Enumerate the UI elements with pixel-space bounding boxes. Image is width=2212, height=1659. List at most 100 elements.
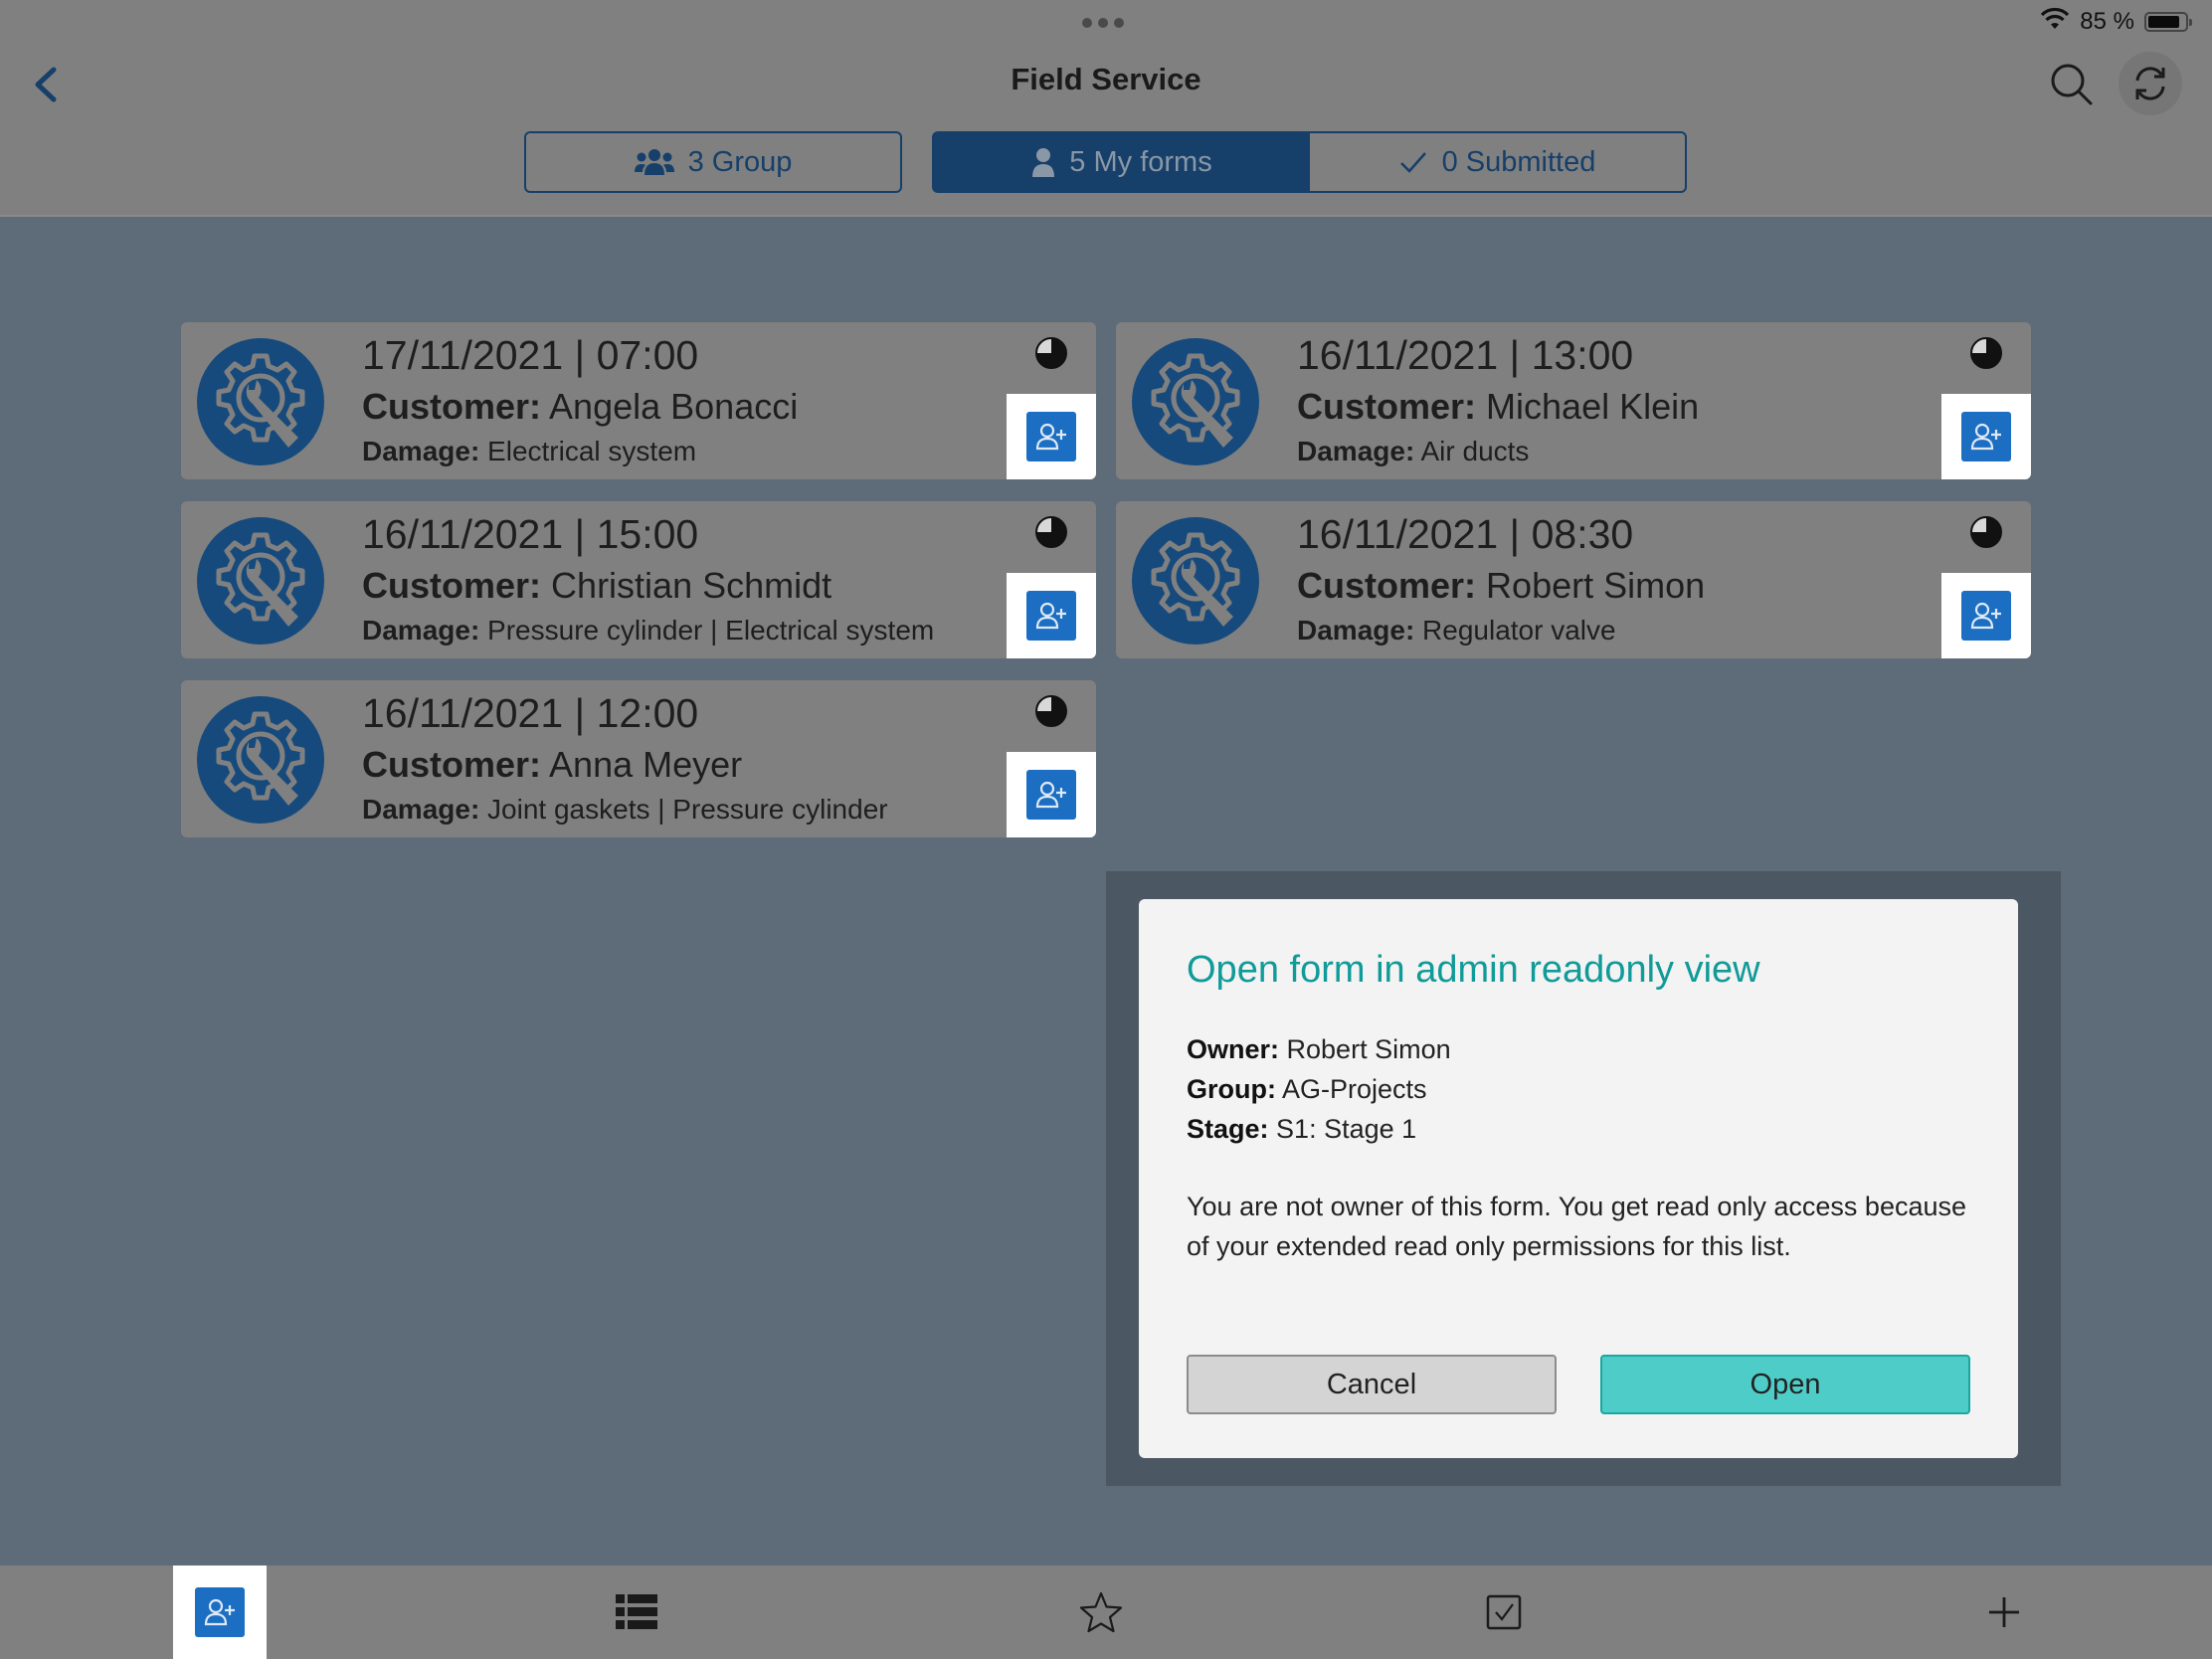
form-datetime: 17/11/2021 | 07:00 — [362, 332, 699, 378]
tab-group[interactable]: 3 Group — [524, 131, 902, 193]
list-icon — [616, 1594, 657, 1629]
header: 85 % Field Service 3 Group 5 My forms 0 … — [0, 0, 2212, 217]
bottom-tab-list[interactable] — [590, 1566, 683, 1659]
service-gear-icon — [197, 696, 324, 824]
progress-pie-icon — [1970, 516, 2002, 548]
assign-area — [1941, 573, 2031, 658]
checkbox-icon — [1486, 1594, 1522, 1630]
bottom-tab-completed[interactable] — [1457, 1566, 1551, 1659]
form-damage: Damage: Regulator valve — [1297, 615, 1616, 646]
progress-pie-icon — [1035, 337, 1067, 369]
damage-value: Electrical system — [487, 436, 697, 466]
form-card[interactable]: 16/11/2021 | 12:00 Customer: Anna Meyer … — [181, 680, 1096, 837]
bottom-tab-assign[interactable] — [173, 1566, 267, 1659]
dialog-owner: Owner: Robert Simon — [1187, 1029, 1970, 1069]
battery-percent: 85 % — [2080, 8, 2134, 35]
progress-pie-icon — [1970, 337, 2002, 369]
assign-user-button — [195, 1587, 245, 1637]
owner-value: Robert Simon — [1286, 1034, 1451, 1064]
user-icon — [1031, 147, 1055, 177]
customer-name: Michael Klein — [1486, 386, 1700, 427]
assign-user-button[interactable] — [1961, 591, 2011, 641]
dialog-message: You are not owner of this form. You get … — [1187, 1192, 1967, 1261]
plus-icon — [1989, 1597, 2019, 1627]
assign-area — [1007, 394, 1096, 479]
service-gear-icon — [1132, 517, 1259, 645]
dialog-group: Group: AG-Projects — [1187, 1069, 1970, 1109]
assign-user-icon — [1970, 602, 2001, 630]
form-datetime: 16/11/2021 | 12:00 — [362, 690, 699, 736]
assign-area — [1941, 394, 2031, 479]
search-button[interactable] — [2047, 60, 2097, 109]
check-icon — [1398, 149, 1428, 175]
damage-label: Damage: — [1297, 615, 1415, 645]
assign-user-button[interactable] — [1026, 770, 1076, 820]
damage-value: Joint gaskets | Pressure cylinder — [487, 794, 888, 825]
open-button[interactable]: Open — [1600, 1355, 1970, 1414]
form-card[interactable]: 17/11/2021 | 07:00 Customer: Angela Bona… — [181, 322, 1096, 479]
search-icon — [2051, 64, 2093, 105]
progress-pie-icon — [1035, 516, 1067, 548]
damage-value: Pressure cylinder | Electrical system — [487, 615, 935, 645]
form-damage: Damage: Pressure cylinder | Electrical s… — [362, 615, 934, 646]
assign-area — [1007, 573, 1096, 658]
stage-value: S1: Stage 1 — [1276, 1114, 1417, 1144]
customer-name: Christian Schmidt — [551, 565, 832, 606]
owner-label: Owner: — [1187, 1034, 1280, 1064]
bottom-tab-favorites[interactable] — [1054, 1566, 1148, 1659]
cancel-button[interactable]: Cancel — [1187, 1355, 1557, 1414]
form-damage: Damage: Electrical system — [362, 436, 696, 467]
status-bar: 85 % — [2040, 6, 2192, 38]
assign-area — [1007, 752, 1096, 837]
form-datetime: 16/11/2021 | 13:00 — [1297, 332, 1634, 378]
group-icon — [634, 148, 674, 176]
assign-user-icon — [1035, 602, 1066, 630]
assign-user-button[interactable] — [1026, 591, 1076, 641]
damage-label: Damage: — [362, 615, 480, 645]
damage-label: Damage: — [362, 436, 480, 466]
refresh-button[interactable] — [2119, 52, 2182, 115]
group-value: AG-Projects — [1282, 1074, 1427, 1104]
progress-pie-icon — [1035, 695, 1067, 727]
bottom-tab-bar — [0, 1566, 2212, 1659]
form-customer: Customer: Robert Simon — [1297, 565, 1705, 607]
form-damage: Damage: Air ducts — [1297, 436, 1529, 467]
damage-label: Damage: — [362, 794, 480, 825]
form-customer: Customer: Michael Klein — [1297, 386, 1699, 428]
form-customer: Customer: Anna Meyer — [362, 744, 742, 786]
damage-label: Damage: — [1297, 436, 1415, 466]
wifi-icon — [2040, 7, 2070, 38]
multitask-dots[interactable] — [1082, 18, 1124, 28]
form-card[interactable]: 16/11/2021 | 13:00 Customer: Michael Kle… — [1116, 322, 2031, 479]
tab-submitted[interactable]: 0 Submitted — [1309, 131, 1687, 193]
dialog-stage: Stage: S1: Stage 1 — [1187, 1109, 1970, 1149]
battery-icon — [2144, 12, 2192, 32]
dialog-title: Open form in admin readonly view — [1187, 949, 1760, 991]
assign-user-icon — [1970, 423, 2001, 451]
form-damage: Damage: Joint gaskets | Pressure cylinde… — [362, 794, 888, 826]
form-card[interactable]: 16/11/2021 | 15:00 Customer: Christian S… — [181, 501, 1096, 658]
bottom-tab-add[interactable] — [1957, 1566, 2051, 1659]
customer-label: Customer: — [1297, 565, 1477, 606]
group-label: Group: — [1187, 1074, 1276, 1104]
form-card[interactable]: 16/11/2021 | 08:30 Customer: Robert Simo… — [1116, 501, 2031, 658]
refresh-icon — [2135, 67, 2165, 100]
service-gear-icon — [197, 517, 324, 645]
assign-user-icon — [204, 1598, 235, 1626]
tab-my-forms[interactable]: 5 My forms — [932, 131, 1310, 193]
assign-user-button[interactable] — [1961, 412, 2011, 461]
form-datetime: 16/11/2021 | 08:30 — [1297, 511, 1634, 557]
tab-group-label: 3 Group — [687, 145, 793, 178]
readonly-dialog: Open form in admin readonly view Owner: … — [1139, 899, 2018, 1458]
customer-label: Customer: — [362, 565, 542, 606]
customer-name: Robert Simon — [1486, 565, 1706, 606]
assign-user-icon — [1035, 781, 1066, 809]
damage-value: Regulator valve — [1422, 615, 1616, 645]
assign-user-button[interactable] — [1026, 412, 1076, 461]
service-gear-icon — [1132, 338, 1259, 465]
customer-label: Customer: — [1297, 386, 1477, 427]
form-datetime: 16/11/2021 | 15:00 — [362, 511, 699, 557]
tab-my-forms-label: 5 My forms — [1069, 145, 1212, 178]
stage-label: Stage: — [1187, 1114, 1269, 1144]
customer-name: Anna Meyer — [549, 744, 743, 785]
